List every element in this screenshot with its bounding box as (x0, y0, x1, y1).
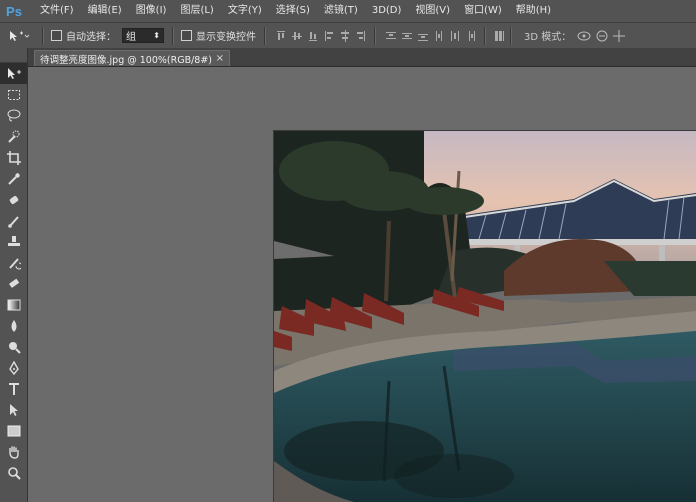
menu-help[interactable]: 帮助(H) (509, 0, 558, 22)
lasso-tool[interactable] (0, 105, 27, 126)
eraser-tool[interactable] (0, 273, 27, 294)
path-selection-tool[interactable] (0, 399, 27, 420)
distribute-left-icon[interactable] (434, 30, 444, 42)
rectangle-tool-icon (7, 425, 20, 436)
divider (374, 26, 376, 45)
auto-select-value: 组 (126, 32, 136, 43)
rectangle-tool[interactable] (0, 420, 27, 441)
clone-stamp-tool[interactable] (0, 231, 27, 252)
pen-tool[interactable] (0, 357, 27, 378)
document-tab[interactable]: 待调整亮度图像.jpg @ 100%(RGB/8#) × (34, 50, 230, 66)
menu-bar: Ps 文件(F) 编辑(E) 图像(I) 图层(L) 文字(Y) 选择(S) 滤… (0, 0, 696, 22)
document-tab-title: 待调整亮度图像.jpg @ 100%(RGB/8#) (40, 54, 213, 66)
lasso-tool-icon (7, 109, 20, 121)
gradient-tool[interactable] (0, 294, 27, 315)
brush-tool[interactable] (0, 210, 27, 231)
hand-tool-icon (8, 446, 19, 459)
auto-select-dropdown[interactable]: 组 ⬍ (122, 28, 164, 43)
toolbar-handle[interactable] (0, 48, 27, 63)
divider (264, 26, 266, 45)
type-tool[interactable] (0, 378, 27, 399)
document-canvas-image[interactable] (274, 131, 696, 502)
path-selection-tool-icon (9, 403, 18, 416)
type-tool-icon (8, 382, 19, 395)
align-hcenter-icon[interactable] (340, 29, 350, 42)
pen-tool-icon (8, 360, 19, 375)
distribute-buttons (386, 30, 476, 42)
zoom-tool-icon (7, 466, 21, 480)
distribute-right-icon[interactable] (466, 30, 476, 42)
tools-panel (0, 48, 28, 502)
crop-tool-icon (6, 150, 21, 165)
blur-tool-icon (11, 319, 16, 332)
healing-brush-tool[interactable] (0, 189, 27, 210)
crop-tool[interactable] (0, 147, 27, 168)
eyedropper-tool[interactable] (0, 168, 27, 189)
zoom-tool[interactable] (0, 462, 27, 483)
clone-stamp-tool-icon (7, 235, 20, 246)
distribute-vcenter-icon[interactable] (402, 30, 412, 42)
3d-rotate-icon[interactable] (577, 30, 591, 42)
auto-align-icon[interactable] (494, 30, 504, 42)
menu-3d[interactable]: 3D(D) (365, 0, 409, 22)
options-bar: 自动选择： 组 ⬍ 显示变换控件 3D 模式： (0, 22, 696, 49)
checkbox-icon (51, 30, 62, 41)
canvas-workspace[interactable] (28, 67, 696, 502)
menu-select[interactable]: 选择(S) (269, 0, 317, 22)
close-icon[interactable]: × (216, 53, 224, 64)
tool-preset-picker[interactable] (0, 26, 38, 46)
3d-pan-icon[interactable] (613, 29, 626, 42)
align-left-icon[interactable] (324, 30, 334, 42)
quick-selection-tool-icon (7, 130, 19, 143)
auto-select-label: 自动选择： (66, 32, 116, 43)
divider (484, 26, 486, 45)
photoshop-logo: Ps (6, 3, 22, 19)
show-transform-checkbox[interactable]: 显示变换控件 (181, 28, 256, 43)
dodge-tool-icon (8, 341, 21, 354)
hand-tool[interactable] (0, 441, 27, 462)
align-vcenter-icon[interactable] (292, 30, 302, 42)
divider (510, 26, 512, 45)
menu-window[interactable]: 窗口(W) (457, 0, 509, 22)
align-top-icon[interactable] (276, 30, 286, 42)
pool-resort-photo (274, 131, 696, 502)
auto-select-checkbox[interactable]: 自动选择： (51, 28, 116, 43)
align-buttons (276, 29, 366, 42)
distribute-bottom-icon[interactable] (418, 30, 428, 42)
gradient-tool-icon (7, 299, 20, 310)
menu-image[interactable]: 图像(I) (129, 0, 174, 22)
show-transform-label: 显示变换控件 (196, 32, 256, 43)
dodge-tool[interactable] (0, 336, 27, 357)
distribute-hcenter-icon[interactable] (450, 30, 460, 42)
blur-tool[interactable] (0, 315, 27, 336)
menu-type[interactable]: 文字(Y) (221, 0, 269, 22)
distribute-top-icon[interactable] (386, 30, 396, 42)
menu-layer[interactable]: 图层(L) (173, 0, 220, 22)
3d-mode-label: 3D 模式： (524, 32, 572, 43)
menu-edit[interactable]: 编辑(E) (81, 0, 129, 22)
eraser-tool-icon (8, 278, 19, 288)
eyedropper-tool-icon (7, 172, 20, 185)
3d-roll-icon[interactable] (595, 30, 609, 42)
menu-file[interactable]: 文件(F) (33, 0, 81, 22)
align-bottom-icon[interactable] (308, 30, 318, 42)
marquee-tool[interactable] (0, 84, 27, 105)
divider (172, 26, 174, 45)
document-tab-strip: 待调整亮度图像.jpg @ 100%(RGB/8#) × (28, 48, 696, 67)
dropdown-arrow-icon: ⬍ (153, 31, 160, 40)
history-brush-tool-icon (8, 257, 21, 269)
move-icon (10, 30, 30, 41)
align-right-icon[interactable] (356, 30, 366, 42)
marquee-tool-icon (7, 89, 20, 100)
healing-brush-tool-icon (9, 195, 18, 204)
quick-selection-tool[interactable] (0, 126, 27, 147)
move-tool-icon (7, 67, 21, 79)
menu-view[interactable]: 视图(V) (408, 0, 457, 22)
divider (42, 26, 44, 45)
menu-filter[interactable]: 滤镜(T) (317, 0, 365, 22)
checkbox-icon (181, 30, 192, 41)
history-brush-tool[interactable] (0, 252, 27, 273)
move-tool[interactable] (0, 63, 27, 84)
brush-tool-icon (7, 215, 19, 228)
